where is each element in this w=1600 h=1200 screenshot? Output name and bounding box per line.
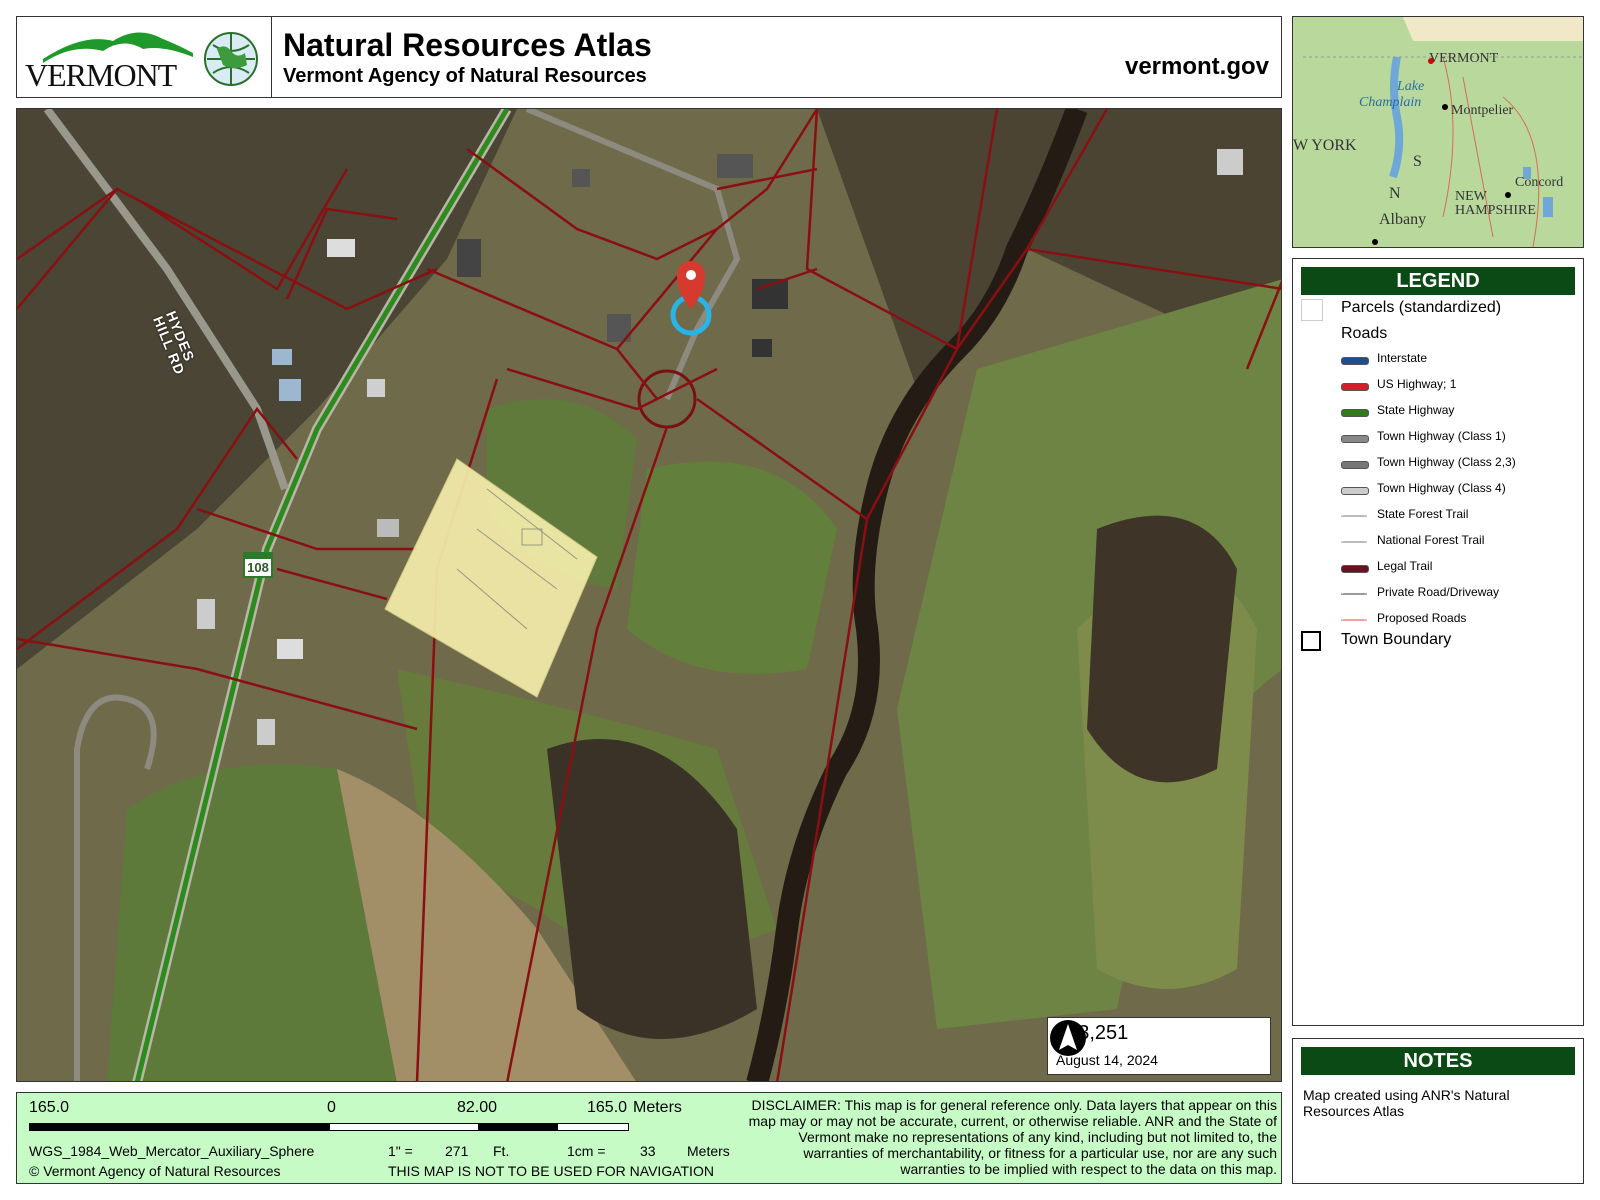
page-title: Natural Resources Atlas <box>283 27 652 63</box>
legend-road-label: Interstate <box>1377 351 1428 365</box>
notes-title: NOTES <box>1301 1047 1575 1075</box>
scale-bar-segment <box>329 1123 479 1131</box>
road-swatch-icon <box>1341 409 1369 417</box>
legend-panel: LEGEND Parcels (standardized) Roads Inte… <box>1292 258 1584 1026</box>
road-swatch-icon <box>1341 541 1367 543</box>
inset-label: Albany <box>1379 211 1427 228</box>
legend-road-label: US Highway; 1 <box>1377 377 1457 391</box>
route-number: 108 <box>247 560 269 575</box>
legend-road-label: Private Road/Driveway <box>1377 585 1500 599</box>
legend-road-label: Legal Trail <box>1377 559 1433 573</box>
town-boundary-swatch-icon <box>1301 631 1321 651</box>
cm-value: 33 <box>640 1143 656 1159</box>
legend-road-label: State Highway <box>1377 403 1455 417</box>
navigation-warning: THIS MAP IS NOT TO BE USED FOR NAVIGATIO… <box>388 1163 714 1179</box>
road-swatch-icon <box>1341 565 1369 573</box>
scale-bar-left: 165.0 <box>29 1099 70 1116</box>
inset-label: Champlain <box>1359 95 1422 110</box>
footer-bar: 165.0 0 82.00 165.0 Meters WGS_1984_Web_… <box>16 1092 1282 1184</box>
road-swatch-icon <box>1341 515 1367 517</box>
legend-road-label: Town Highway (Class 2,3) <box>1377 455 1516 469</box>
parcel-swatch-icon <box>1301 299 1323 321</box>
road-swatch-icon <box>1341 619 1367 621</box>
inch-unit: Ft. <box>493 1143 510 1159</box>
aerial-imagery <box>17 109 1281 1081</box>
inset-label: Concord <box>1515 175 1564 190</box>
legend-road-label: National Forest Trail <box>1377 533 1485 547</box>
road-swatch-icon <box>1341 357 1369 365</box>
logo-wordmark: VERMONT <box>25 57 177 93</box>
map-header: VERMONT Natural Resources Atlas Vermont … <box>16 16 1282 98</box>
road-swatch-icon <box>1341 383 1369 391</box>
scale-bar-segment <box>29 1123 329 1131</box>
scale-bar-segment <box>557 1123 629 1131</box>
cm-unit: Meters <box>687 1143 730 1159</box>
inset-map[interactable]: VERMONT Lake Champlain Montpelier W YORK… <box>1292 16 1584 248</box>
legend-road-label: Town Highway (Class 4) <box>1377 481 1506 495</box>
disclaimer: DISCLAIMER: This map is for general refe… <box>748 1097 1277 1177</box>
projection: WGS_1984_Web_Mercator_Auxiliary_Sphere <box>29 1143 315 1159</box>
legend-roads-heading: Roads <box>1341 325 1388 342</box>
legend-title: LEGEND <box>1301 267 1575 295</box>
cm-label: 1cm = <box>567 1143 606 1159</box>
inset-label: N <box>1389 185 1401 202</box>
notes-panel: NOTES Map created using ANR's Natural Re… <box>1292 1038 1584 1184</box>
inset-label: HAMPSHIRE <box>1455 203 1536 218</box>
inset-label: Lake <box>1397 79 1425 94</box>
scale-box: 1: 3,251 August 14, 2024 <box>1047 1017 1271 1075</box>
globe-logo-icon <box>204 32 258 86</box>
scale-bar-segment <box>479 1123 557 1131</box>
legend-road-label: Proposed Roads <box>1377 611 1467 625</box>
road-swatch-icon <box>1341 435 1369 443</box>
road-swatch-icon <box>1341 461 1369 469</box>
inset-label: W YORK <box>1293 137 1357 154</box>
legend-road-label: State Forest Trail <box>1377 507 1469 521</box>
inset-label: Montpelier <box>1451 103 1514 118</box>
scale-bar-mid: 82.00 <box>457 1099 498 1116</box>
inset-label: S <box>1413 153 1422 170</box>
copyright: © Vermont Agency of Natural Resources <box>29 1163 281 1179</box>
road-swatch-icon <box>1341 487 1369 495</box>
vermont-logo: VERMONT <box>17 17 272 97</box>
north-arrow-icon <box>1050 1020 1086 1056</box>
site-link[interactable]: vermont.gov <box>1125 53 1269 81</box>
inset-label: VERMONT <box>1429 51 1499 66</box>
legend-road-label: Town Highway (Class 1) <box>1377 429 1506 443</box>
scale-bar-unit: Meters <box>633 1099 682 1116</box>
route-shield-icon: 108 <box>243 552 273 578</box>
page-subtitle: Vermont Agency of Natural Resources <box>283 65 647 87</box>
inch-label: 1" = <box>388 1143 413 1159</box>
map-view[interactable]: HYDES HILL RD 108 1: 3,251 August 14, 20… <box>16 108 1282 1082</box>
scale-bar-zero: 0 <box>327 1099 336 1116</box>
scale-bar-right: 165.0 <box>587 1099 628 1116</box>
inch-value: 271 <box>445 1143 469 1159</box>
notes-text: Map created using ANR's Natural Resource… <box>1303 1087 1510 1119</box>
road-swatch-icon <box>1341 593 1367 595</box>
